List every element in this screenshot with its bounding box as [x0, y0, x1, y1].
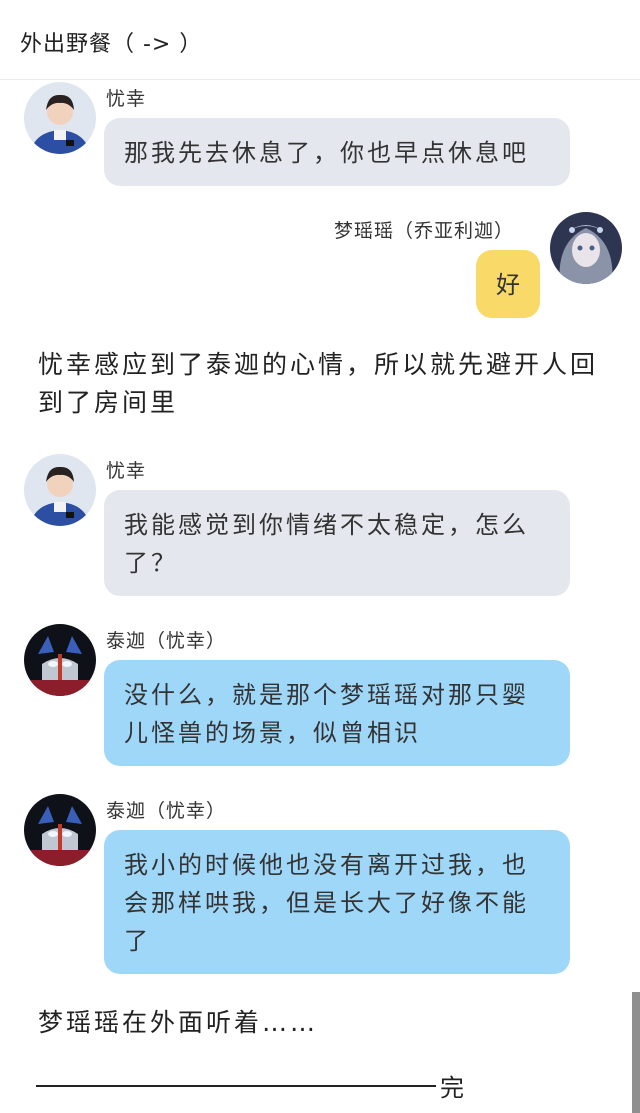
avatar-taiga[interactable]	[24, 794, 96, 866]
narration-text: 梦瑶瑶在外面听着……	[38, 1008, 319, 1037]
end-divider	[36, 1085, 436, 1087]
message-bubble[interactable]: 那我先去休息了，你也早点休息吧	[104, 118, 570, 186]
sender-name: 泰迦（忧幸）	[106, 800, 227, 822]
message-bubble[interactable]: 我小的时候他也没有离开过我，也会那样哄我，但是长大了好像不能了	[104, 830, 570, 974]
avatar-youxing[interactable]	[24, 454, 96, 526]
sender-name: 忧幸	[106, 88, 147, 110]
end-mark: 完	[440, 1074, 464, 1102]
chat-page: 外出野餐（ -> ） 忧幸 那我先去休息了，你也早点休息吧 梦瑶瑶（乔亚利迦） …	[0, 0, 640, 1113]
message-bubble[interactable]: 好	[476, 250, 540, 318]
girl-avatar-icon	[550, 212, 622, 284]
avatar-mengyaoyao[interactable]	[550, 212, 622, 284]
avatar-taiga[interactable]	[24, 624, 96, 696]
narration-text: 忧幸感应到了泰迦的心情，所以就先避开人回到了房间里	[38, 350, 599, 417]
avatar-youxing[interactable]	[24, 82, 96, 154]
chat-title: 外出野餐（ -> ）	[20, 32, 203, 57]
sender-name: 泰迦（忧幸）	[106, 630, 227, 652]
person-avatar-icon	[24, 454, 96, 526]
person-avatar-icon	[24, 82, 96, 154]
message-bubble[interactable]: 我能感觉到你情绪不太稳定，怎么了？	[104, 490, 570, 596]
sender-name: 梦瑶瑶（乔亚利迦）	[334, 220, 515, 242]
hero-avatar-icon	[24, 624, 96, 696]
message-bubble[interactable]: 没什么，就是那个梦瑶瑶对那只婴儿怪兽的场景，似曾相识	[104, 660, 570, 766]
scrollbar-thumb[interactable]	[632, 992, 640, 1113]
sender-name: 忧幸	[106, 460, 147, 482]
top-bar: 外出野餐（ -> ）	[0, 0, 640, 80]
hero-avatar-icon	[24, 794, 96, 866]
